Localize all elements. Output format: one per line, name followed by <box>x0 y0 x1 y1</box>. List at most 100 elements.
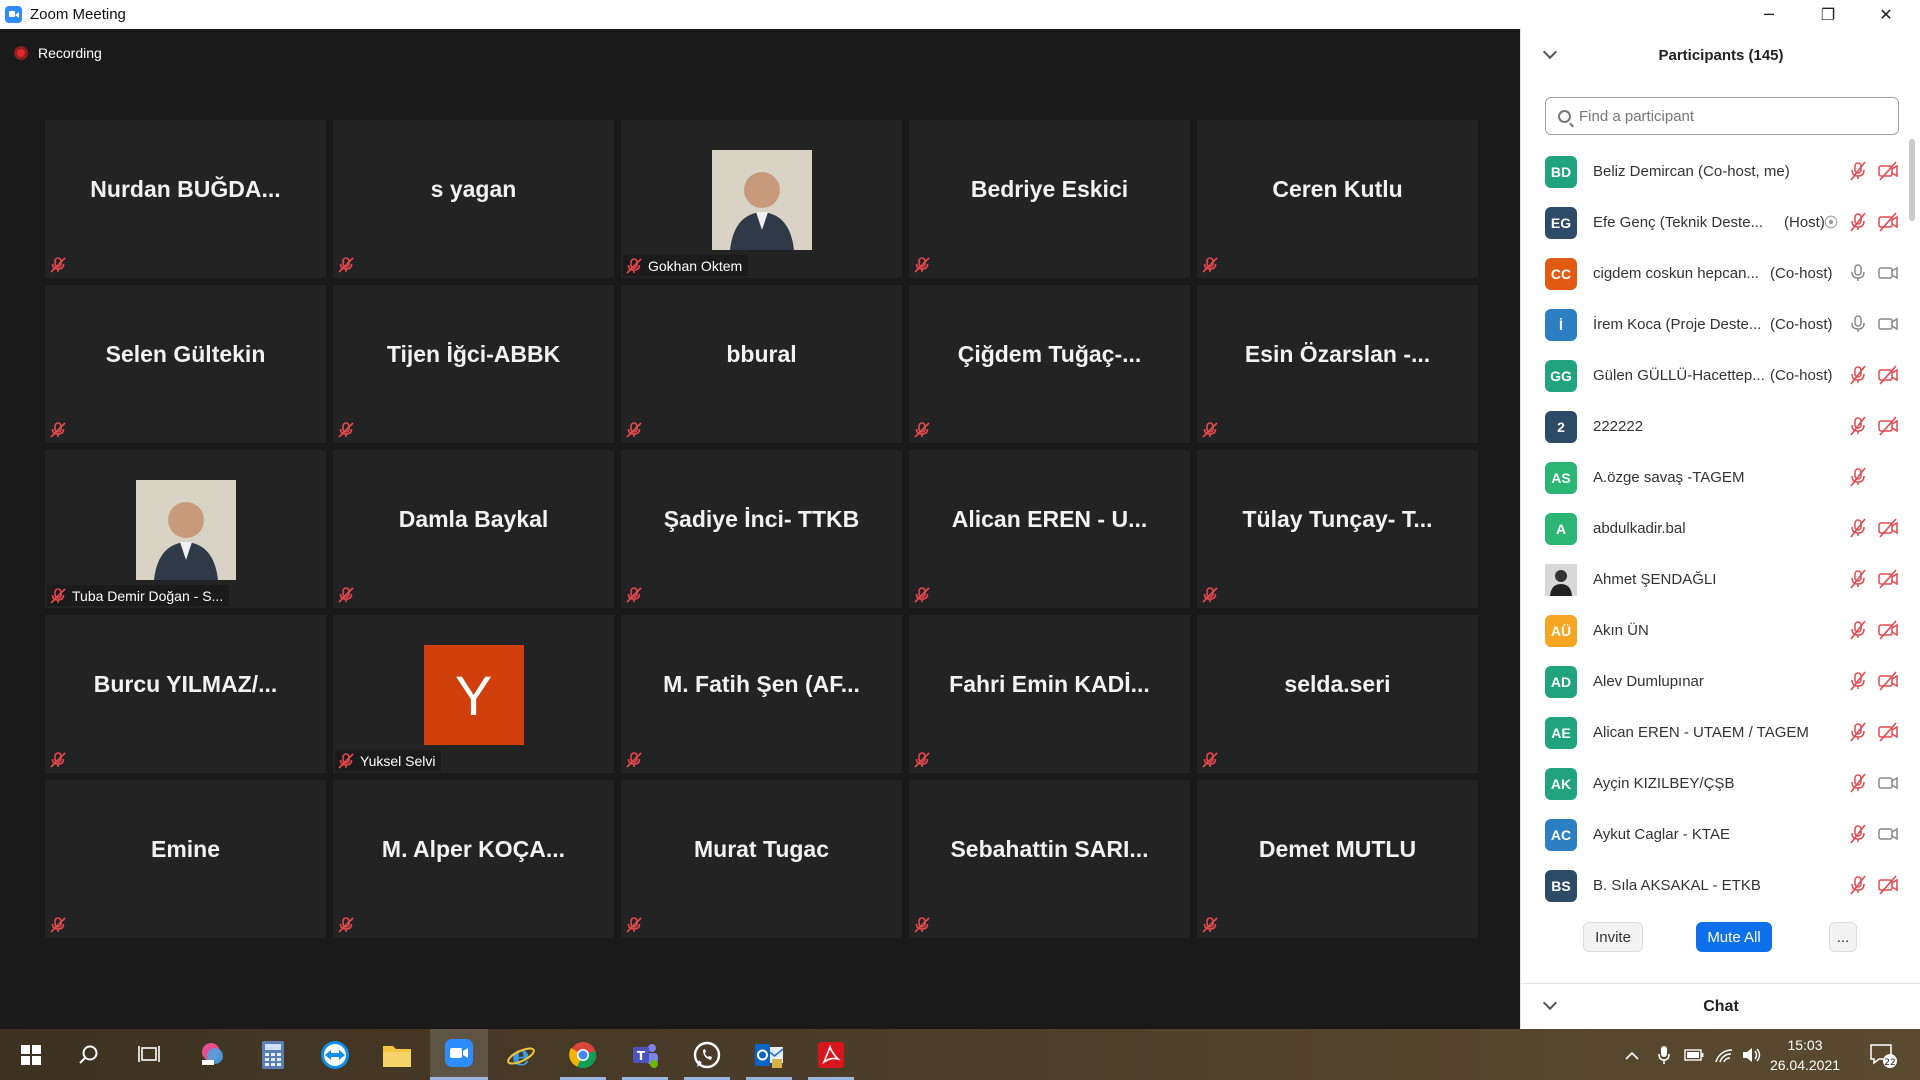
video-tile[interactable]: Gokhan Oktem <box>621 120 902 278</box>
mic-icon[interactable] <box>1847 313 1869 339</box>
participant-row[interactable]: Ahmet ŞENDAĞLI <box>1521 554 1905 605</box>
muted-mic-icon <box>49 256 67 274</box>
video-tile[interactable]: Esin Özarslan -... <box>1197 285 1478 443</box>
video-tile[interactable]: Demet MUTLU <box>1197 780 1478 938</box>
teams-icon[interactable]: T <box>616 1029 674 1080</box>
muted-mic-icon[interactable] <box>1847 466 1869 492</box>
muted-mic-icon[interactable] <box>1847 160 1869 186</box>
muted-mic-icon[interactable] <box>1847 874 1869 900</box>
participant-name: Ahmet ŞENDAĞLI <box>1593 571 1717 588</box>
whatsapp-icon[interactable] <box>678 1029 736 1080</box>
participant-name: Selen Gültekin <box>105 340 266 367</box>
video-tile[interactable]: Murat Tugac <box>621 780 902 938</box>
muted-mic-icon[interactable] <box>1847 517 1869 543</box>
zoom-taskbar-icon[interactable] <box>430 1029 488 1080</box>
muted-mic-icon[interactable] <box>1847 772 1869 798</box>
calculator-icon[interactable] <box>244 1029 302 1080</box>
chevron-down-icon[interactable] <box>1542 44 1558 60</box>
participant-row[interactable]: AS A.özge savaş -TAGEM <box>1521 452 1905 503</box>
video-tile[interactable]: M. Fatih Şen (AF... <box>621 615 902 773</box>
chrome-icon[interactable] <box>554 1029 612 1080</box>
muted-mic-icon[interactable] <box>1847 619 1869 645</box>
muted-mic-icon <box>337 916 355 934</box>
participant-row[interactable]: BS B. Sıla AKSAKAL - ETKB <box>1521 860 1905 911</box>
taskbar-clock[interactable]: 15:03 26.04.2021 <box>1765 1035 1845 1075</box>
video-off-icon <box>1877 415 1899 441</box>
participant-row[interactable]: AÜ Akın ÜN <box>1521 605 1905 656</box>
video-tile[interactable]: Ceren Kutlu <box>1197 120 1478 278</box>
participant-row[interactable]: 2 222222 <box>1521 401 1905 452</box>
video-tile[interactable]: s yagan <box>333 120 614 278</box>
video-tile[interactable]: Burcu YILMAZ/... <box>45 615 326 773</box>
participant-row[interactable]: EG Efe Genç (Teknik Deste... (Host) <box>1521 197 1905 248</box>
search-icon[interactable] <box>60 1029 118 1080</box>
video-tile[interactable]: Fahri Emin KADİ... <box>909 615 1190 773</box>
battery-icon[interactable] <box>1680 1029 1708 1080</box>
muted-mic-icon <box>49 421 67 439</box>
volume-icon[interactable] <box>1738 1029 1766 1080</box>
avatar: İ <box>1545 308 1577 341</box>
video-tile[interactable]: Şadiye İnci- TTKB <box>621 450 902 608</box>
participant-row[interactable]: Aabdulkadir.bal <box>1521 503 1905 554</box>
participant-status-icons <box>1847 721 1899 747</box>
participant-row[interactable]: GG Gülen GÜLLÜ-Hacettep... (Co-host) <box>1521 350 1905 401</box>
participant-row[interactable]: BD Beliz Demircan (Co-host, me) <box>1521 146 1905 197</box>
video-tile[interactable]: selda.seri <box>1197 615 1478 773</box>
video-tile[interactable]: Tülay Tunçay- T... <box>1197 450 1478 608</box>
participant-row[interactable]: İ İrem Koca (Proje Deste... (Co-host) <box>1521 299 1905 350</box>
more-button[interactable]: ... <box>1829 922 1857 952</box>
microphone-tray-icon[interactable] <box>1650 1029 1678 1080</box>
participant-search-input[interactable] <box>1579 107 1889 125</box>
muted-mic-icon[interactable] <box>1847 364 1869 390</box>
participant-row[interactable]: AK Ayçin KIZILBEY/ÇŞB <box>1521 758 1905 809</box>
video-tile[interactable]: Alican EREN - U... <box>909 450 1190 608</box>
video-tile[interactable]: Tijen İğci-ABBK <box>333 285 614 443</box>
video-tile[interactable]: Emine <box>45 780 326 938</box>
muted-mic-icon[interactable] <box>1847 211 1869 237</box>
participant-row[interactable]: AC Aykut Caglar - KTAE <box>1521 809 1905 860</box>
participant-row[interactable]: AD Alev Dumlupınar <box>1521 656 1905 707</box>
outlook-icon[interactable] <box>740 1029 798 1080</box>
wifi-icon[interactable] <box>1710 1029 1738 1080</box>
file-explorer-icon[interactable] <box>368 1029 426 1080</box>
video-tile[interactable]: Çiğdem Tuğaç-... <box>909 285 1190 443</box>
video-tile[interactable]: Tuba Demir Doğan - S... <box>45 450 326 608</box>
minimize-button[interactable]: ─ <box>1740 0 1798 29</box>
action-center-icon[interactable]: 22 <box>1864 1029 1904 1080</box>
muted-mic-icon[interactable] <box>1847 670 1869 696</box>
muted-mic-icon <box>625 586 643 604</box>
invite-button[interactable]: Invite <box>1583 922 1643 952</box>
video-tile[interactable]: bbural <box>621 285 902 443</box>
chevron-down-icon[interactable] <box>1542 995 1558 1011</box>
video-tile[interactable]: Y Yuksel Selvi <box>333 615 614 773</box>
chat-header[interactable]: Chat <box>1521 983 1920 1029</box>
avatar: A <box>1545 512 1577 545</box>
acrobat-reader-icon[interactable] <box>802 1029 860 1080</box>
show-hidden-icons-icon[interactable] <box>1618 1029 1646 1080</box>
video-tile[interactable]: M. Alper KOÇA... <box>333 780 614 938</box>
snipping-tool-icon[interactable] <box>182 1029 240 1080</box>
muted-mic-icon[interactable] <box>1847 568 1869 594</box>
video-tile[interactable]: Selen Gültekin <box>45 285 326 443</box>
close-button[interactable]: ✕ <box>1857 0 1915 29</box>
muted-mic-icon[interactable] <box>1847 721 1869 747</box>
task-view-icon[interactable] <box>120 1029 178 1080</box>
participant-search[interactable] <box>1545 97 1899 135</box>
windows-start-icon[interactable] <box>2 1029 60 1080</box>
muted-mic-icon[interactable] <box>1847 823 1869 849</box>
participant-row[interactable]: AE Alican EREN - UTAEM / TAGEM <box>1521 707 1905 758</box>
muted-mic-icon[interactable] <box>1847 415 1869 441</box>
mic-icon[interactable] <box>1847 262 1869 288</box>
participant-name: 222222 <box>1593 418 1644 435</box>
video-tile[interactable]: Bedriye Eskici <box>909 120 1190 278</box>
restore-button[interactable]: ❐ <box>1799 0 1857 29</box>
video-tile[interactable]: Nurdan BUĞDA... <box>45 120 326 278</box>
internet-explorer-icon[interactable]: e <box>492 1029 550 1080</box>
participant-list-scrollbar[interactable] <box>1909 139 1915 221</box>
video-tile[interactable]: Sebahattin SARI... <box>909 780 1190 938</box>
mute-all-button[interactable]: Mute All <box>1696 922 1772 952</box>
avatar <box>1545 563 1577 596</box>
video-tile[interactable]: Damla Baykal <box>333 450 614 608</box>
participant-row[interactable]: CC cigdem coskun hepcan... (Co-host) <box>1521 248 1905 299</box>
teamviewer-icon[interactable] <box>306 1029 364 1080</box>
